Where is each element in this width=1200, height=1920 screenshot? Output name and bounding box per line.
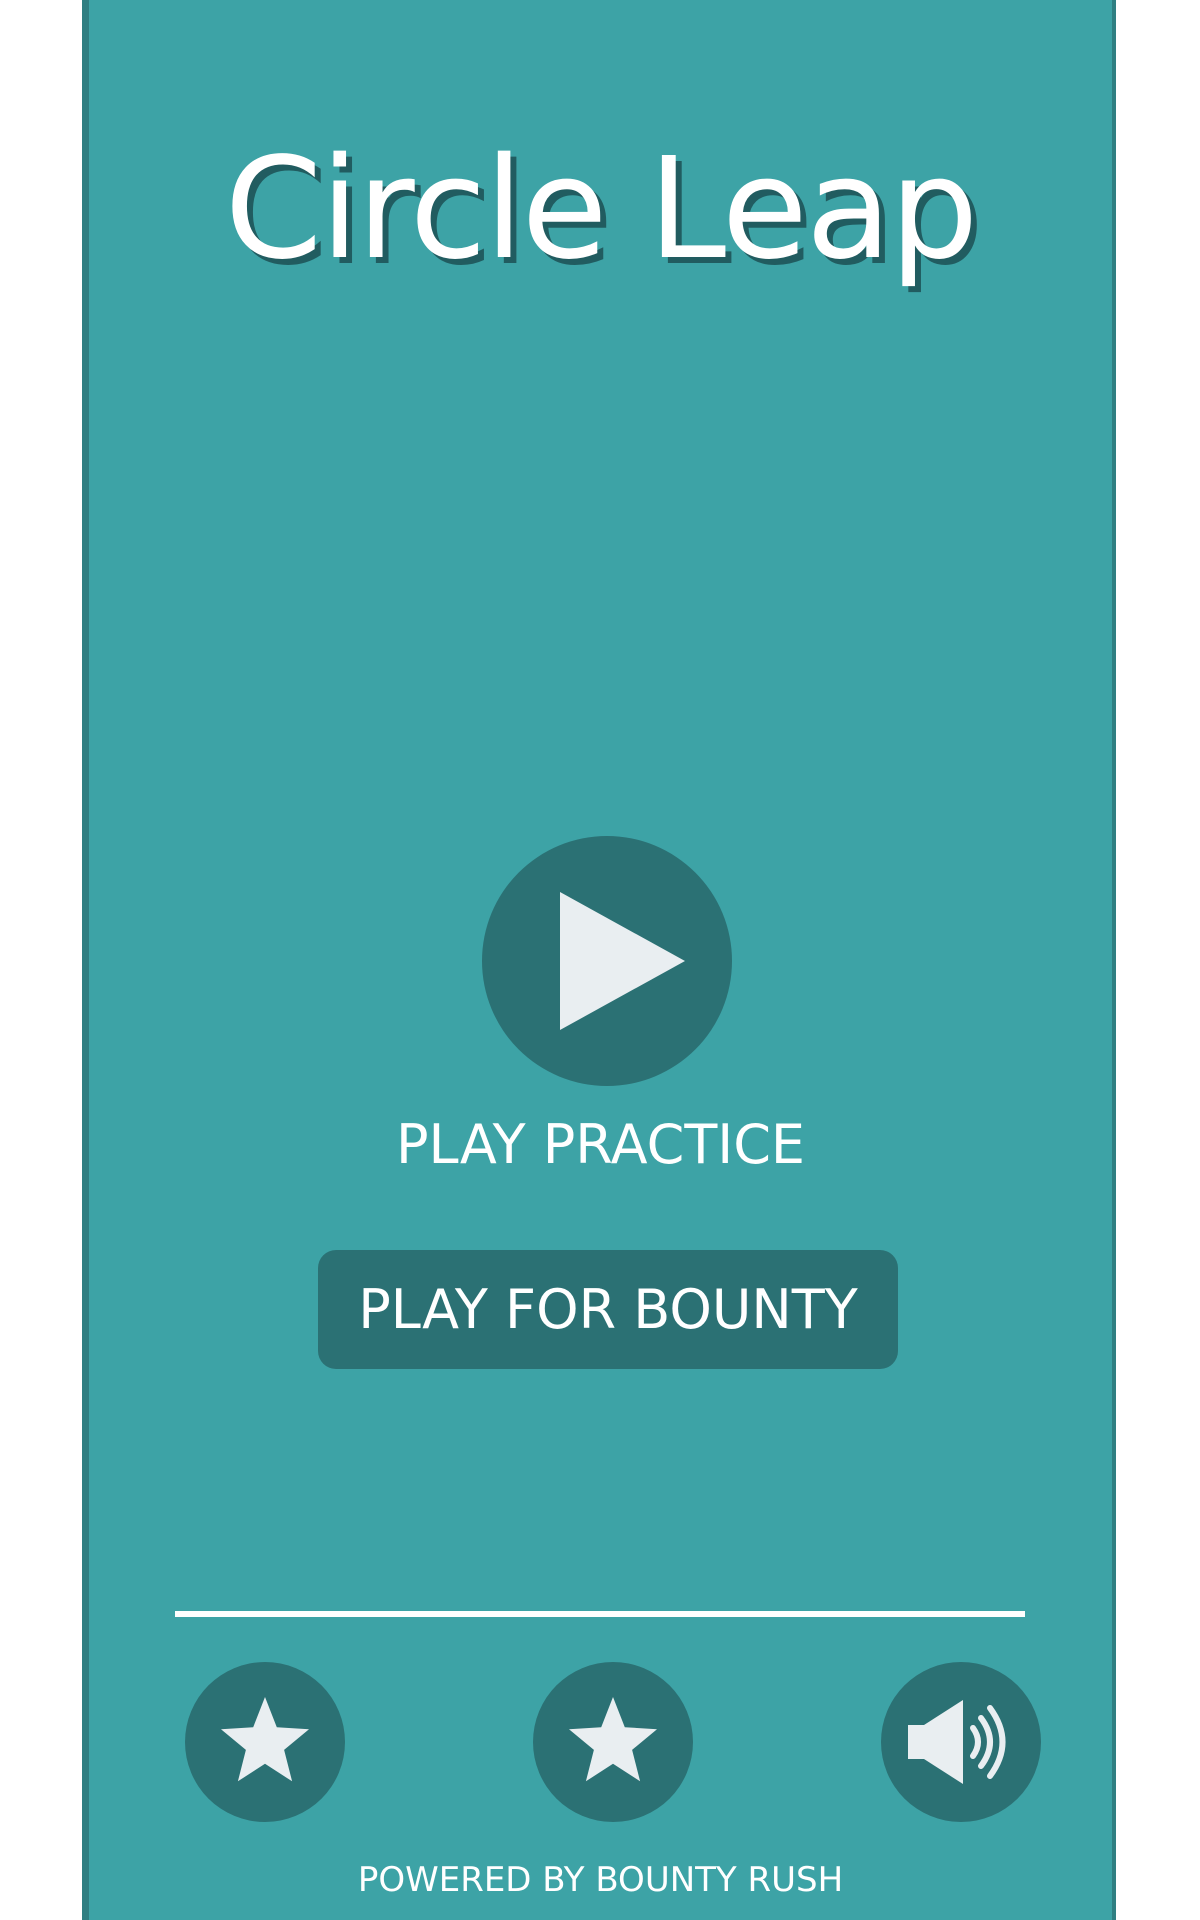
footer-powered-by: POWERED BY BOUNTY RUSH (357, 1860, 844, 1900)
star-icon (221, 1697, 309, 1782)
bottom-divider (175, 1611, 1025, 1617)
speaker-icon (908, 1700, 1006, 1784)
star-button-1[interactable] (185, 1662, 345, 1822)
play-practice-label[interactable]: PLAY PRACTICE (89, 1110, 1112, 1180)
sound-toggle-button[interactable] (881, 1662, 1041, 1822)
game-title: Circle Leap (224, 128, 979, 291)
play-practice-button[interactable] (482, 836, 732, 1086)
star-icon (569, 1697, 657, 1782)
play-for-bounty-button[interactable]: PLAY FOR BOUNTY (318, 1250, 898, 1369)
star-button-2[interactable] (533, 1662, 693, 1822)
play-icon (560, 892, 685, 1030)
game-panel: Circle Leap PLAY PRACTICE PLAY FOR BOUNT… (82, 0, 1116, 1920)
